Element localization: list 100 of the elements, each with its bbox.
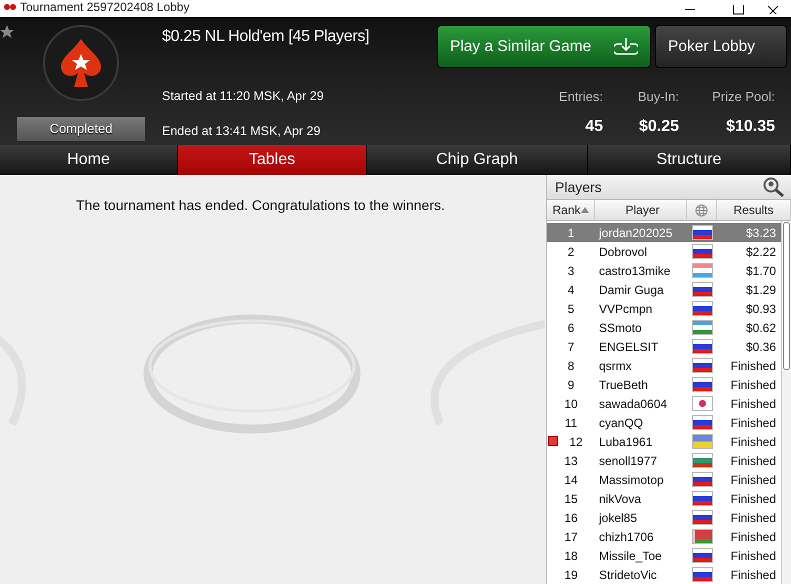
result-cell-text: $1.70 [744, 262, 777, 280]
player-name: ENGELSIT [598, 338, 660, 356]
player-row[interactable]: 2 Dobrovol $2.22 [547, 242, 781, 261]
result-cell-text: Finished [730, 376, 777, 394]
star-icon[interactable] [0, 25, 14, 39]
rank-cell: 16 [564, 510, 578, 524]
sort-up-icon [580, 207, 588, 213]
player-name: TrueBeth [598, 376, 649, 394]
player-row[interactable]: 18 Missile_Toe Finished [547, 546, 781, 565]
scrollbar-thumb[interactable] [783, 222, 790, 370]
rank-cell: 18 [564, 548, 578, 562]
result-cell-text: Finished [730, 452, 777, 470]
result-cell-text: Finished [730, 528, 777, 546]
status-message: The tournament has ended. Congratulations to the winners. [75, 196, 446, 215]
player-row[interactable]: 4 Damir Guga $1.29 [547, 280, 781, 299]
flag-icon [692, 434, 712, 449]
rank-cell: 7 [568, 340, 574, 354]
flag-icon [692, 244, 712, 259]
maximize-icon[interactable] [733, 4, 744, 14]
player-row[interactable]: 16 jokel85 Finished [547, 508, 781, 527]
player-row[interactable]: 3 castro13mike $1.70 [547, 261, 781, 280]
player-row[interactable]: 7 ENGELSIT $0.36 [547, 337, 781, 356]
stat-value: $0.25 [638, 116, 679, 136]
tab[interactable]: Tables [178, 145, 367, 175]
result-cell-text: Finished [730, 566, 777, 584]
flag-icon [692, 491, 712, 506]
result-cell-text: $1.29 [744, 282, 777, 298]
column-header[interactable]: Player [595, 200, 687, 220]
result-cell-text: Finished [730, 510, 777, 526]
download-icon [614, 38, 638, 56]
rank-cell: 9 [568, 378, 574, 392]
player-name: jokel85 [598, 510, 638, 526]
player-name: Dobrovol [598, 244, 648, 260]
result-cell-text: Finished [730, 490, 777, 508]
player-row[interactable]: 8 qsrmx Finished [547, 356, 781, 375]
player-name: Massimotop [598, 472, 665, 488]
rank-cell: 12 [569, 434, 583, 448]
player-row[interactable]: 6 SSmoto $0.62 [547, 318, 781, 337]
end-time: Ended at 13:41 MSK, Apr 29 [162, 122, 322, 140]
flag-icon [692, 377, 712, 392]
player-name: senoll1977 [598, 452, 658, 470]
flag-icon [692, 472, 712, 487]
stat-label: Buy-In: [638, 88, 679, 106]
rank-cell: 10 [564, 396, 578, 410]
player-row[interactable]: 12 Luba1961 Finished [547, 432, 781, 451]
result-cell-text: $3.23 [744, 224, 777, 242]
player-name: StridetoVic [598, 566, 658, 584]
rank-cell: 2 [568, 244, 574, 258]
rank-cell: 5 [568, 302, 574, 316]
flag-icon [692, 358, 712, 373]
flag-icon [692, 548, 712, 563]
stat-value: $10.35 [726, 116, 775, 136]
player-row[interactable]: 10 sawada0604 Finished [547, 394, 781, 413]
player-row[interactable]: 5 VVPcmpn $0.93 [547, 299, 781, 318]
close-icon[interactable] [768, 6, 779, 14]
stat-label: Entries: [558, 88, 603, 106]
flag-icon [692, 225, 712, 240]
lobby-button[interactable]: Poker Lobby [655, 25, 787, 68]
spade-logo-icon [59, 37, 103, 89]
flag-icon [692, 282, 712, 297]
flag-icon [692, 339, 712, 354]
player-name: Luba1961 [598, 434, 654, 450]
player-row[interactable]: 14 Massimotop Finished [547, 470, 781, 489]
player-row[interactable]: 17 chizh1706 Finished [547, 527, 781, 546]
result-cell-text: $0.62 [744, 320, 777, 336]
app-icon [4, 2, 16, 12]
player-name: nikVova [598, 490, 642, 508]
player-name: jordan202025 [598, 224, 674, 242]
result-cell-text: Finished [730, 414, 777, 432]
window-title: Tournament 2597202408 Lobby [20, 0, 190, 14]
player-row[interactable]: 1 jordan202025 $3.23 [547, 223, 781, 242]
flag-icon [692, 396, 712, 411]
player-name: sawada0604 [598, 396, 668, 412]
search-icon[interactable] [763, 177, 785, 197]
player-name: chizh1706 [598, 528, 655, 546]
rank-cell: 14 [564, 472, 578, 486]
globe-icon [695, 204, 708, 216]
result-cell-text: Finished [730, 396, 777, 412]
player-row[interactable]: 9 TrueBeth Finished [547, 375, 781, 394]
play-similar-button[interactable]: Play a Similar Game [437, 25, 651, 68]
result-cell-text: $2.22 [744, 244, 777, 260]
flag-icon [692, 415, 712, 430]
player-name: Missile_Toe [598, 548, 663, 564]
flag-icon [692, 529, 712, 544]
player-row[interactable]: 15 nikVova Finished [547, 489, 781, 508]
status-banner: Completed [17, 117, 145, 140]
player-row[interactable]: 13 senoll1977 Finished [547, 451, 781, 470]
result-cell-text: Finished [730, 358, 777, 374]
result-cell-text: Finished [730, 548, 777, 564]
player-name: SSmoto [598, 320, 643, 336]
rank-cell: 11 [564, 416, 578, 430]
rank-cell: 17 [564, 530, 578, 544]
player-row[interactable]: 11 cyanQQ Finished [547, 413, 781, 432]
player-name: qsrmx [598, 358, 633, 374]
column-header[interactable]: Rank [552, 201, 580, 219]
stat-value: 45 [585, 116, 603, 136]
result-cell-text: Finished [730, 434, 777, 450]
minimize-icon[interactable] [685, 8, 695, 10]
player-row[interactable]: 19 StridetoVic Finished [547, 565, 781, 584]
result-cell-text: $0.93 [744, 300, 777, 318]
